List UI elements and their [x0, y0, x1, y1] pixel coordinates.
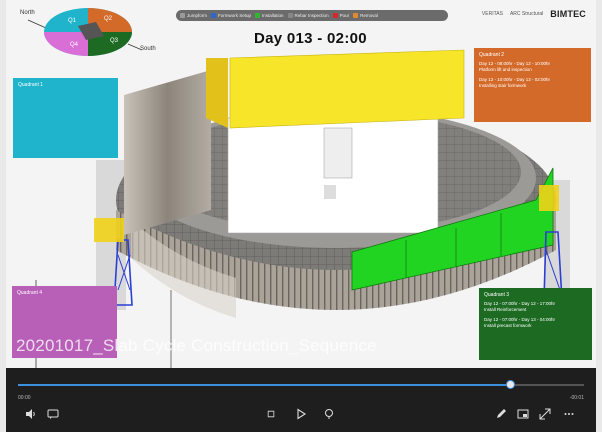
video-frame[interactable]: North South Q1 Q2 Q3 Q4 Jumpform Formwor… [6, 0, 596, 368]
more-icon[interactable] [560, 405, 578, 423]
panel-line: Platform lift and inspection [479, 67, 532, 72]
compass-key: North South Q1 Q2 Q3 Q4 [20, 6, 156, 58]
player-controls: 00:00 -00:01 [6, 368, 596, 432]
page-title: Day 013 - 02:00 [254, 30, 367, 47]
legend-swatch [287, 13, 293, 18]
legend-item: Pour [332, 13, 349, 18]
panel-title: Quadrant 4 [17, 290, 43, 296]
partner-logos: VERITAS ARC Structural BIMTEC [482, 9, 586, 19]
quadrant-3-label: Q3 [110, 38, 119, 44]
quadrant-2-panel: Quadrant 2 Day 12 - 08:00hr - Day 12 - 1… [474, 48, 591, 122]
video-player[interactable]: North South Q1 Q2 Q3 Q4 Jumpform Formwor… [6, 0, 596, 432]
quadrant-2-label: Q2 [104, 16, 113, 22]
play-icon[interactable] [292, 405, 310, 423]
partner-logo: VERITAS [481, 11, 503, 17]
panel-line: Install precast formwork [484, 323, 532, 328]
panel-title: Quadrant 2 [479, 52, 505, 58]
panel-title: Quadrant 1 [18, 82, 44, 88]
legend-item: Jumpform [180, 13, 207, 18]
seek-thumb[interactable] [505, 380, 515, 389]
quadrant-1-panel: Quadrant 1 [13, 78, 118, 158]
legend-swatch [180, 13, 185, 18]
seek-bar[interactable] [18, 380, 584, 389]
partner-logo: ARC Structural [509, 11, 544, 17]
legend-swatch [332, 13, 338, 18]
activity-legend: Jumpform Formwork Setup Installation Reb… [176, 10, 448, 21]
legend-item: Rebar Inspection [287, 13, 329, 18]
quadrant-1-label: Q1 [68, 18, 77, 24]
core-wall-left [124, 70, 211, 235]
fullscreen-icon[interactable] [536, 405, 554, 423]
seek-progress [18, 384, 511, 386]
quadrant-4-slice [44, 32, 88, 56]
legend-item: Formwork Setup [211, 13, 251, 18]
remaining-time: -00:01 [569, 395, 584, 401]
subtitles-icon[interactable] [44, 405, 62, 423]
quadrant-4-label: Q4 [70, 42, 79, 48]
panel-line: Install Reinforcement [484, 307, 527, 312]
legend-swatch [211, 13, 217, 18]
miniplayer-icon[interactable] [514, 405, 532, 423]
brand-logo: BIMTEC [550, 9, 586, 19]
legend-item: Removal [353, 13, 378, 18]
jumpform-side [206, 58, 228, 128]
legend-swatch [353, 13, 359, 18]
panel-title: Quadrant 3 [484, 292, 510, 298]
panel-line: Installing stair formwork [479, 83, 527, 88]
video-caption: 20201017_Slab Cycle Construction_Sequenc… [16, 336, 377, 355]
legend-item: Installation [255, 13, 284, 18]
elapsed-time: 00:00 [18, 395, 31, 401]
previous-icon[interactable] [262, 405, 280, 423]
next-icon[interactable] [320, 405, 338, 423]
quadrant-3-panel: Quadrant 3 Day 12 - 07:00hr - Day 12 - 1… [479, 288, 592, 360]
quadrant-pie [27, 8, 143, 56]
jumpform-top [229, 49, 465, 129]
edit-icon[interactable] [492, 405, 510, 423]
legend-swatch [255, 13, 261, 18]
volume-icon[interactable] [22, 405, 40, 423]
